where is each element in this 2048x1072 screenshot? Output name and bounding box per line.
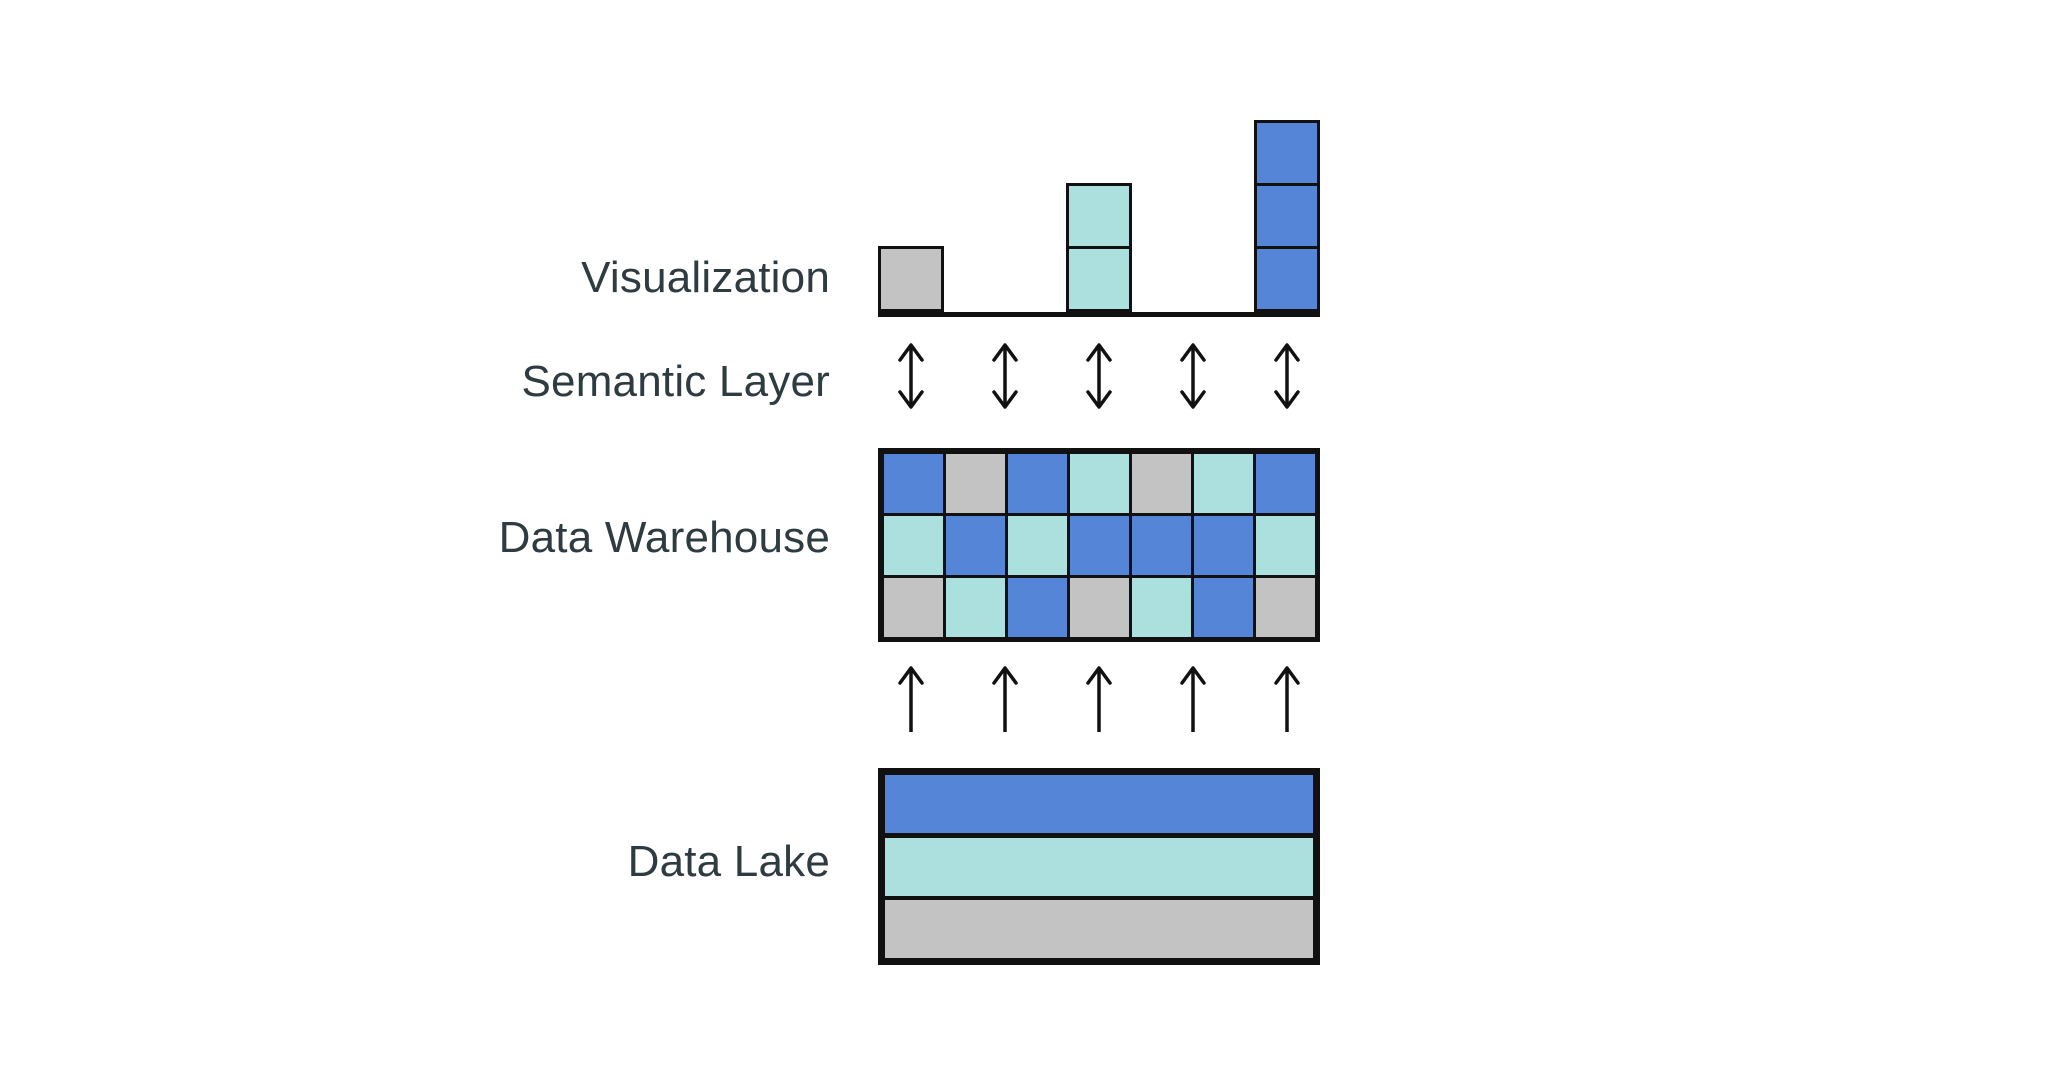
data-warehouse-cell: [1066, 574, 1132, 640]
data-warehouse-cell: [1004, 574, 1070, 640]
layer-label-data-warehouse: Data Warehouse: [498, 513, 830, 562]
bar-chart-slot: [878, 246, 944, 312]
bar-chart-block: [878, 246, 944, 312]
data-warehouse-cell: [1066, 450, 1132, 516]
double-headed-vertical-arrow-icon: [1066, 341, 1132, 411]
diagram-canvas: Visualization Semantic Layer Data Wareho…: [0, 0, 2048, 1072]
data-warehouse-cell: [1004, 450, 1070, 516]
layer-label-visualization: Visualization: [581, 253, 830, 302]
data-warehouse-cell: [1190, 574, 1256, 640]
data-warehouse-cell: [942, 512, 1008, 578]
data-warehouse-cell: [880, 512, 946, 578]
data-warehouse-cell: [1128, 512, 1194, 578]
data-warehouse-cell: [1190, 512, 1256, 578]
double-headed-vertical-arrow-icon: [972, 341, 1038, 411]
bar-chart-bars: [878, 113, 1320, 312]
layer-label-semantic-layer: Semantic Layer: [521, 357, 830, 406]
bar-chart-block: [1254, 246, 1320, 312]
data-warehouse-cell: [1066, 512, 1132, 578]
bar-chart-block: [1066, 246, 1132, 312]
data-warehouse-cell: [1252, 574, 1318, 640]
data-warehouse-cell: [1128, 450, 1194, 516]
data-lake-band: [882, 834, 1316, 899]
up-arrow-icon: [1254, 666, 1320, 734]
data-lake-band: [882, 897, 1316, 961]
data-warehouse-row: [880, 450, 1318, 516]
data-warehouse-cell: [1252, 512, 1318, 578]
bar-chart-block: [1066, 183, 1132, 249]
double-headed-vertical-arrow-icon: [1160, 341, 1226, 411]
data-warehouse-cell: [880, 450, 946, 516]
up-arrow-icon: [878, 666, 944, 734]
data-warehouse-cell: [1252, 450, 1318, 516]
bar-chart-slot: [1254, 120, 1320, 312]
bar-chart-block: [1254, 183, 1320, 249]
data-warehouse-cell: [942, 574, 1008, 640]
visualization-bar-chart: [878, 113, 1320, 317]
data-warehouse-row: [880, 574, 1318, 640]
data-lake-bands: [878, 768, 1320, 965]
ingestion-connectors: [878, 666, 1320, 734]
data-warehouse-cell: [880, 574, 946, 640]
data-warehouse-grid: [878, 448, 1320, 642]
data-lake-band: [882, 772, 1316, 836]
bar-chart-slot: [1066, 183, 1132, 312]
bar-chart-baseline-axis: [878, 312, 1320, 317]
data-warehouse-row: [880, 512, 1318, 578]
layer-label-data-lake: Data Lake: [627, 837, 830, 886]
up-arrow-icon: [1160, 666, 1226, 734]
up-arrow-icon: [972, 666, 1038, 734]
double-headed-vertical-arrow-icon: [1254, 341, 1320, 411]
data-warehouse-cell: [1004, 512, 1070, 578]
data-warehouse-cell: [942, 450, 1008, 516]
semantic-layer-connectors: [878, 341, 1320, 411]
up-arrow-icon: [1066, 666, 1132, 734]
data-warehouse-cell: [1190, 450, 1256, 516]
double-headed-vertical-arrow-icon: [878, 341, 944, 411]
data-warehouse-cell: [1128, 574, 1194, 640]
bar-chart-block: [1254, 120, 1320, 186]
